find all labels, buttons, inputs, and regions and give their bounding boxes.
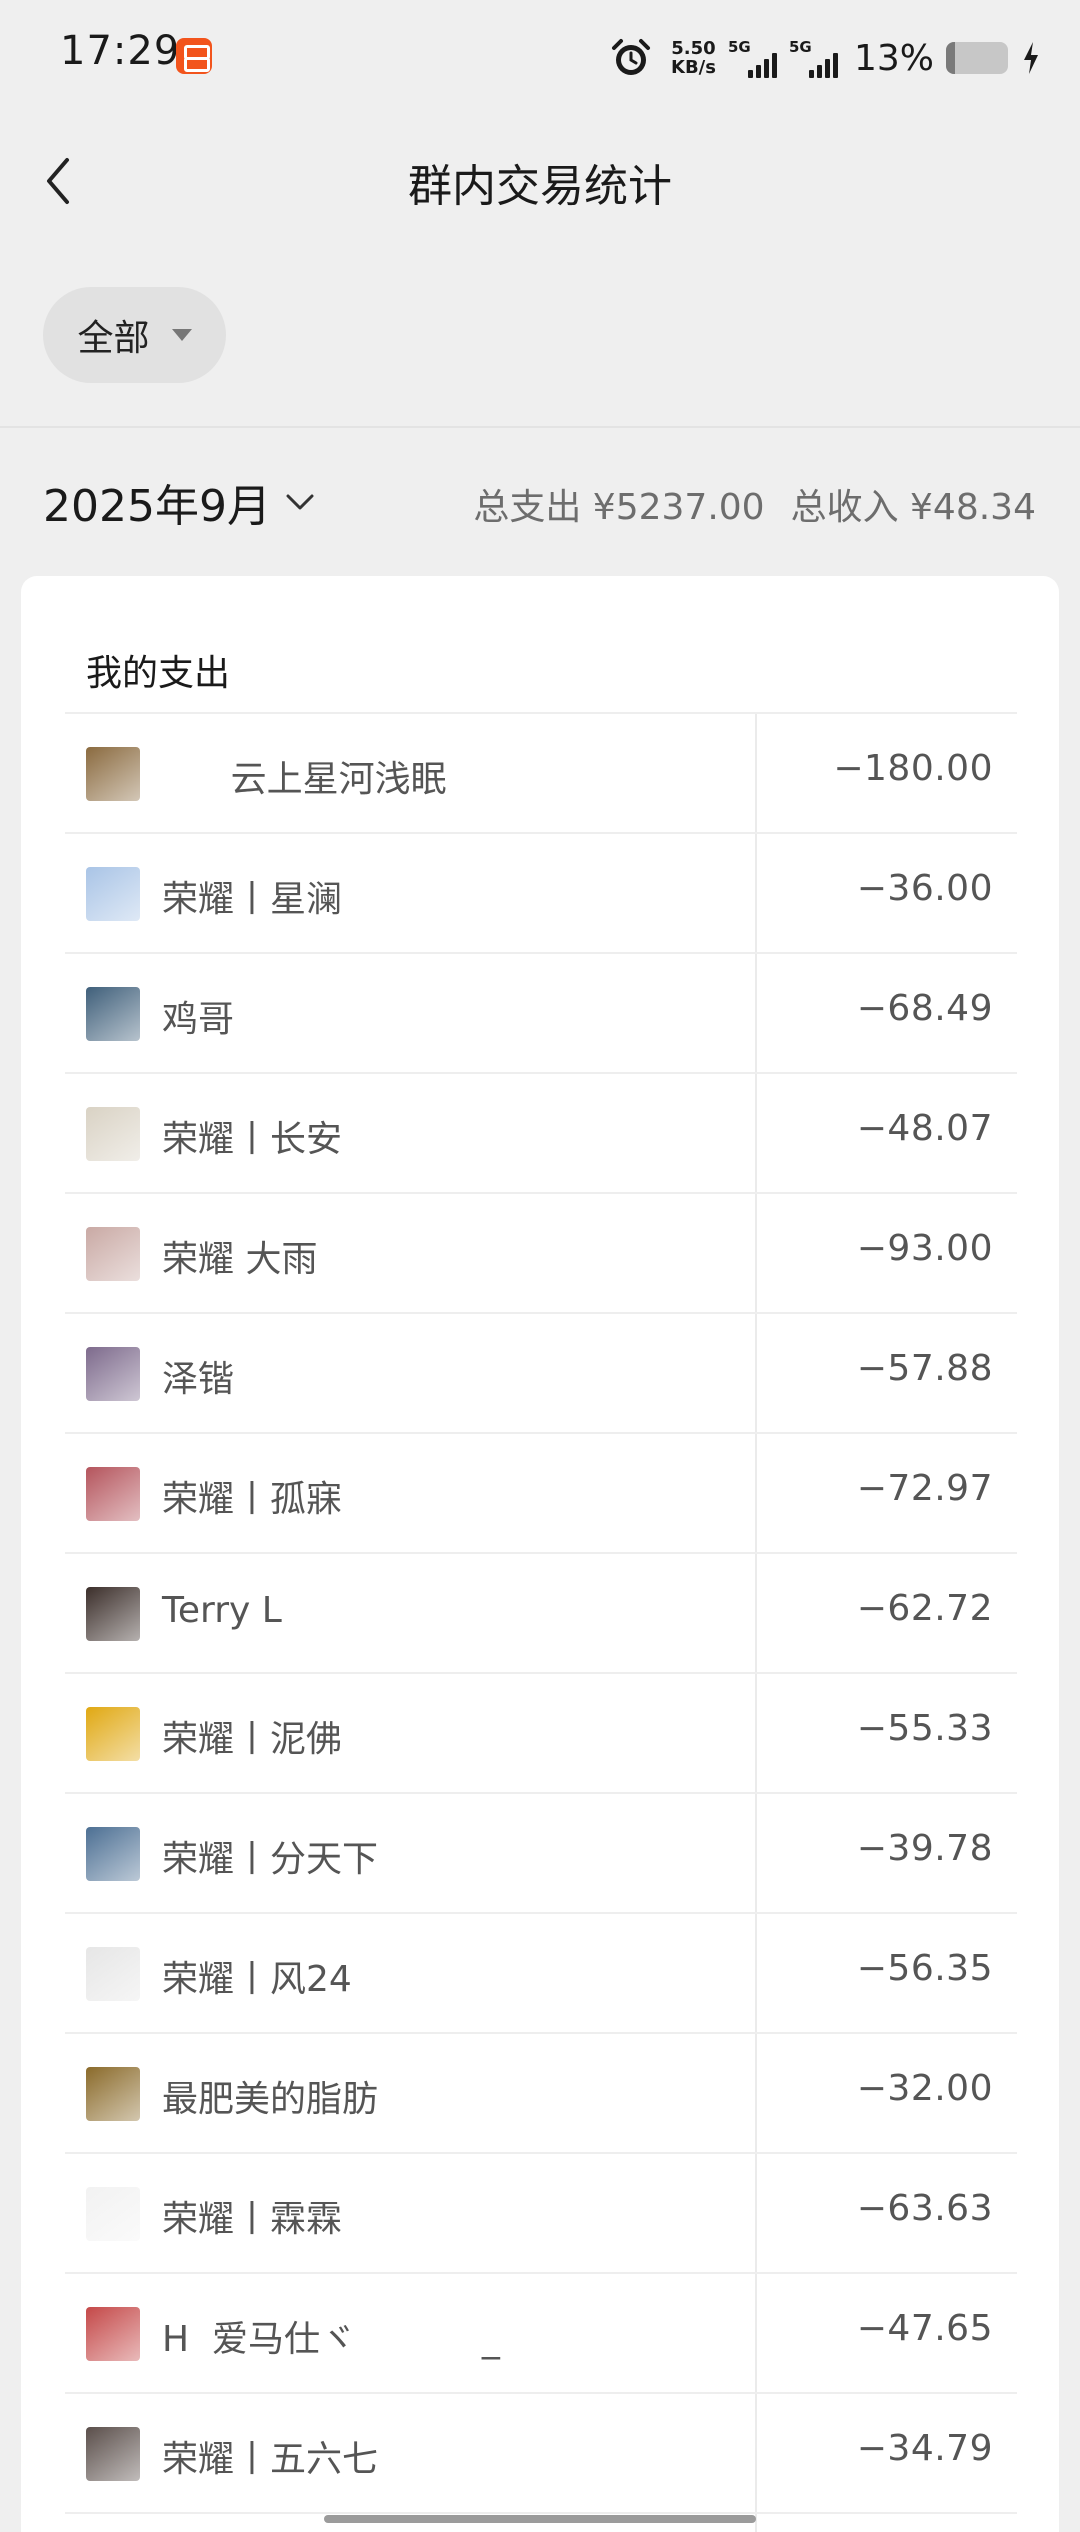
member-name: 荣耀丨五六七 bbox=[162, 2439, 379, 2480]
expense-amount: −62.72 bbox=[856, 1588, 993, 1629]
section-divider bbox=[0, 426, 1080, 428]
member-name: 荣耀 大雨 bbox=[162, 1239, 318, 1280]
avatar bbox=[86, 1227, 140, 1281]
battery-icon bbox=[946, 42, 1008, 74]
avatar bbox=[86, 1347, 140, 1401]
member-name: 云上星河浅眠 bbox=[162, 759, 447, 800]
expense-list: 云上星河浅眠 −180.00 荣耀丨星澜 −36.00 鸡哥 −68.49 荣耀丨长安 −48… bbox=[65, 714, 1017, 2514]
list-item[interactable]: 荣耀丨长安 −48.07 bbox=[65, 1074, 1017, 1194]
sim2-label: 5G bbox=[788, 38, 812, 56]
expense-amount: −55.33 bbox=[856, 1708, 993, 1749]
member-name: 荣耀丨分天下 bbox=[162, 1839, 379, 1880]
expense-card: 我的支出 云上星河浅眠 −180.00 荣耀丨星澜 −36.00 鸡哥 −68.49 荣耀丨… bbox=[21, 576, 1059, 2532]
list-item[interactable]: 泽锴 −57.88 bbox=[65, 1314, 1017, 1434]
list-item[interactable]: H 爱马仕ヾ _ −47.65 bbox=[65, 2274, 1017, 2394]
list-item[interactable]: 荣耀丨泥佛 −55.33 bbox=[65, 1674, 1017, 1794]
filter-label: 全部 bbox=[77, 318, 150, 359]
member-name: 鸡哥 bbox=[162, 999, 235, 1040]
list-item[interactable]: 荣耀丨霖霖 −63.63 bbox=[65, 2154, 1017, 2274]
total-expense: 总支出 ¥5237.00 bbox=[473, 487, 765, 528]
expense-amount: −36.00 bbox=[856, 868, 993, 909]
network-speed-unit: KB/s bbox=[671, 57, 716, 78]
sim1-signal-icon: 5G bbox=[728, 38, 777, 78]
expense-amount: −47.65 bbox=[856, 2308, 993, 2349]
app-notification-icon bbox=[176, 38, 212, 74]
avatar bbox=[86, 2427, 140, 2481]
expense-amount: −63.63 bbox=[856, 2188, 993, 2229]
avatar bbox=[86, 2187, 140, 2241]
member-name: 荣耀丨长安 bbox=[162, 1119, 343, 1160]
expense-amount: −180.00 bbox=[833, 748, 993, 789]
month-selector[interactable]: 2025年9月 bbox=[43, 470, 315, 534]
expense-amount: −48.07 bbox=[856, 1108, 993, 1149]
avatar bbox=[86, 1947, 140, 2001]
member-name: Terry L bbox=[162, 1590, 282, 1631]
caret-down-icon bbox=[171, 329, 192, 341]
expense-amount: −39.78 bbox=[856, 1828, 993, 1869]
section-title: 我的支出 bbox=[86, 653, 231, 694]
total-income: 总收入 ¥48.34 bbox=[790, 487, 1036, 528]
list-item[interactable]: 荣耀丨分天下 −39.78 bbox=[65, 1794, 1017, 1914]
list-item[interactable]: 最肥美的脂肪 −32.00 bbox=[65, 2034, 1017, 2154]
home-indicator[interactable] bbox=[324, 2515, 756, 2523]
page-title: 群内交易统计 bbox=[408, 161, 672, 212]
list-item[interactable]: 荣耀丨星澜 −36.00 bbox=[65, 834, 1017, 954]
expense-amount: −34.79 bbox=[856, 2428, 993, 2469]
expense-amount: −93.00 bbox=[856, 1228, 993, 1269]
expense-amount: −56.35 bbox=[856, 1948, 993, 1989]
avatar bbox=[86, 1467, 140, 1521]
battery-percent: 13% bbox=[853, 37, 934, 79]
list-item[interactable]: Terry L −62.72 bbox=[65, 1554, 1017, 1674]
network-speed-value: 5.50 bbox=[671, 38, 716, 59]
list-item[interactable]: 荣耀丨风24 −56.35 bbox=[65, 1914, 1017, 2034]
avatar bbox=[86, 747, 140, 801]
status-time: 17:29 bbox=[60, 28, 181, 74]
member-name: 泽锴 bbox=[162, 1359, 235, 1400]
avatar bbox=[86, 1827, 140, 1881]
avatar bbox=[86, 867, 140, 921]
network-speed: 5.50 KB/s bbox=[671, 39, 716, 77]
member-name: 荣耀丨星澜 bbox=[162, 879, 343, 920]
expense-amount: −68.49 bbox=[856, 988, 993, 1029]
list-item[interactable]: 鸡哥 −68.49 bbox=[65, 954, 1017, 1074]
member-name: H 爱马仕ヾ _ bbox=[162, 2319, 500, 2360]
expense-amount: −32.00 bbox=[856, 2068, 993, 2109]
charging-bolt-icon bbox=[1024, 42, 1038, 74]
month-label: 2025年9月 bbox=[43, 481, 271, 532]
list-item[interactable]: 荣耀丨孤寐 −72.97 bbox=[65, 1434, 1017, 1554]
sim2-signal-icon: 5G bbox=[789, 38, 838, 78]
avatar bbox=[86, 2067, 140, 2121]
expense-amount: −57.88 bbox=[856, 1348, 993, 1389]
member-name: 荣耀丨霖霖 bbox=[162, 2199, 343, 2240]
alarm-clock-icon bbox=[612, 39, 651, 75]
status-bar: 17:29 5.50 KB/s 5G 5G 13% bbox=[0, 0, 1080, 110]
avatar bbox=[86, 1587, 140, 1641]
expense-amount: −72.97 bbox=[856, 1468, 993, 1509]
chevron-down-icon bbox=[286, 494, 314, 510]
screen: 17:29 5.50 KB/s 5G 5G 13% 群内交易统计 全部 2025… bbox=[0, 0, 1080, 2532]
avatar bbox=[86, 2307, 140, 2361]
avatar bbox=[86, 1107, 140, 1161]
avatar bbox=[86, 1707, 140, 1761]
member-name: 最肥美的脂肪 bbox=[162, 2079, 379, 2120]
filter-dropdown[interactable]: 全部 bbox=[43, 287, 226, 383]
member-name: 荣耀丨孤寐 bbox=[162, 1479, 343, 1520]
totals-summary: 总支出 ¥5237.00 总收入 ¥48.34 bbox=[473, 478, 1036, 530]
member-name: 荣耀丨风24 bbox=[162, 1959, 352, 2000]
status-icons: 5.50 KB/s 5G 5G 13% bbox=[609, 30, 1042, 86]
app-header: 群内交易统计 bbox=[0, 110, 1080, 250]
list-item[interactable]: 云上星河浅眠 −180.00 bbox=[65, 714, 1017, 834]
list-item[interactable]: 荣耀 大雨 −93.00 bbox=[65, 1194, 1017, 1314]
member-name: 荣耀丨泥佛 bbox=[162, 1719, 343, 1760]
avatar bbox=[86, 987, 140, 1041]
list-item[interactable]: 荣耀丨五六七 −34.79 bbox=[65, 2394, 1017, 2514]
sim1-label: 5G bbox=[727, 38, 751, 56]
